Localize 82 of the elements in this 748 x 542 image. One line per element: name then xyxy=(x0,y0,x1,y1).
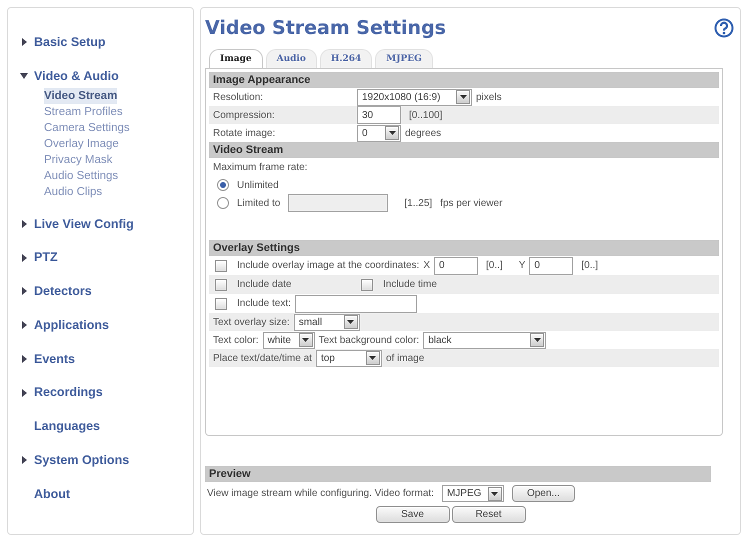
nav-link[interactable]: Detectors xyxy=(34,282,92,301)
nav-link[interactable]: Events xyxy=(34,350,75,368)
field-label: Text overlay size: xyxy=(213,316,290,330)
field-label: Limited to xyxy=(237,196,280,210)
field-label: [1..25] xyxy=(404,196,432,210)
nav-link[interactable]: Recordings xyxy=(34,383,103,402)
form-button[interactable]: Save xyxy=(376,506,450,523)
tab[interactable]: MJPEG xyxy=(375,48,433,68)
field-label: Include date xyxy=(237,278,292,292)
dropdown-button[interactable] xyxy=(530,333,544,347)
input-field[interactable]: 0 xyxy=(434,256,478,274)
nav-link[interactable]: Basic Setup xyxy=(34,33,106,52)
dropdown[interactable]: MJPEG xyxy=(442,485,504,502)
help-icon[interactable] xyxy=(714,18,734,38)
field-label: fps per viewer xyxy=(440,196,502,210)
field-label: X xyxy=(423,259,430,273)
field-label: pixels xyxy=(476,90,502,104)
nav-sublink[interactable]: Video Stream xyxy=(44,88,118,104)
field-label: [0..100] xyxy=(409,108,442,122)
caret-icon xyxy=(460,95,466,99)
field-label: Unlimited xyxy=(237,178,279,192)
field-label: Include text: xyxy=(237,297,291,311)
open-button[interactable]: Open... xyxy=(512,485,575,502)
section-header: Overlay Settings xyxy=(209,240,719,256)
caret-icon xyxy=(491,492,498,496)
caret-icon xyxy=(369,356,376,360)
caret-icon xyxy=(302,338,310,342)
input-field[interactable] xyxy=(288,194,388,212)
tab[interactable]: H.264 xyxy=(320,48,372,68)
field-label: Text color: xyxy=(213,334,259,348)
dropdown-button[interactable] xyxy=(366,351,380,365)
form-button[interactable]: Reset xyxy=(452,506,526,523)
dropdown[interactable]: white xyxy=(262,332,315,348)
nav-link[interactable]: PTZ xyxy=(34,248,58,267)
nav-link[interactable]: Live View Config xyxy=(34,214,134,234)
dropdown[interactable]: top xyxy=(316,350,382,366)
dropdown-button[interactable] xyxy=(385,126,399,140)
dropdown-button[interactable] xyxy=(456,90,470,104)
radio-button[interactable] xyxy=(217,197,229,209)
field-label: Place text/date/time at xyxy=(213,352,312,366)
dropdown[interactable]: 1920x1080 (16:9) xyxy=(357,88,472,106)
caret-icon xyxy=(347,320,354,324)
tab[interactable]: Audio xyxy=(266,48,317,68)
dropdown[interactable]: 0 xyxy=(357,124,401,142)
input-field[interactable]: 0 xyxy=(529,256,574,274)
dropdown-button[interactable] xyxy=(298,333,313,347)
field-label: [0..] xyxy=(486,259,503,273)
dropdown[interactable]: small xyxy=(294,314,360,330)
radio-button[interactable] xyxy=(217,179,229,191)
nav-link[interactable]: About xyxy=(34,484,70,504)
field-label: degrees xyxy=(405,126,442,140)
field-label: [0..] xyxy=(581,259,598,273)
nav-link[interactable]: Applications xyxy=(34,316,110,334)
section-header: Video Stream xyxy=(209,142,719,158)
dropdown[interactable]: black xyxy=(423,332,546,348)
field-label: Compression: xyxy=(213,108,276,122)
checkbox[interactable] xyxy=(215,278,227,290)
field-label: Y xyxy=(518,259,526,273)
caret-icon xyxy=(388,131,396,135)
checkbox[interactable] xyxy=(361,278,373,290)
field-label: Rotate image: xyxy=(213,126,276,140)
field-label: of image xyxy=(386,352,424,366)
field-label: Include time xyxy=(383,278,437,292)
nav-link[interactable]: System Options xyxy=(34,450,130,470)
nav-link[interactable]: Languages xyxy=(34,417,100,436)
field-label: Text background color: xyxy=(318,334,420,348)
field-label: Resolution: xyxy=(213,90,264,104)
dropdown-button[interactable] xyxy=(488,486,502,500)
checkbox[interactable] xyxy=(215,260,227,272)
dropdown-button[interactable] xyxy=(344,315,358,329)
input-field[interactable]: 30 xyxy=(357,106,401,124)
page-title: Video Stream Settings xyxy=(205,16,446,41)
field-label: View image stream while configuring. Video format: xyxy=(207,487,434,501)
field-label: Include overlay image at the coordinates: xyxy=(237,259,420,273)
section-header: Preview xyxy=(205,466,711,482)
caret-icon xyxy=(534,338,541,342)
tab[interactable]: Image xyxy=(209,48,263,68)
field-label: Maximum frame rate: xyxy=(213,160,308,174)
checkbox[interactable] xyxy=(215,298,227,310)
section-header: Image Appearance xyxy=(209,72,719,88)
input-field[interactable] xyxy=(294,294,417,312)
nav-link[interactable]: Video & Audio xyxy=(34,66,119,86)
